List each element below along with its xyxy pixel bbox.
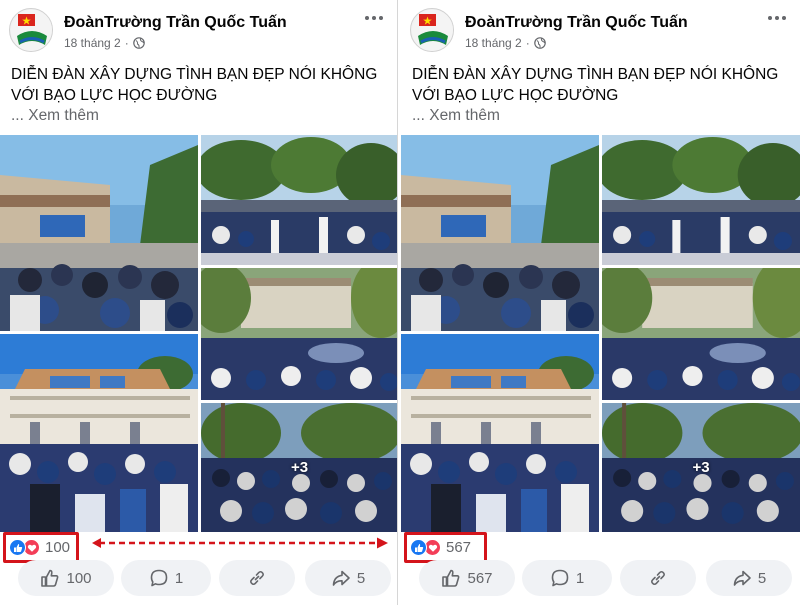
see-more-link[interactable]: ... Xem thêm (412, 107, 500, 125)
share-count: 5 (356, 569, 366, 587)
reaction-count: 567 (446, 539, 472, 556)
like-button[interactable]: 567 (419, 560, 515, 596)
comment-button[interactable]: 1 (522, 560, 612, 596)
copy-link-button[interactable] (219, 560, 295, 596)
comment-count: 1 (174, 569, 184, 587)
facebook-post-after: ĐoànTrường Trần Quốc Tuấn 18 tháng 2 · D… (401, 0, 800, 605)
meta-separator: · (124, 36, 129, 50)
more-dots-icon[interactable] (764, 8, 790, 28)
photo-3[interactable] (201, 268, 397, 400)
share-button[interactable]: 5 (706, 560, 792, 596)
share-icon (733, 570, 751, 586)
meta-separator: · (525, 36, 530, 50)
link-icon (651, 570, 665, 586)
globe-icon (533, 37, 546, 49)
photo-4[interactable] (0, 334, 198, 532)
like-reaction-icon (9, 539, 26, 556)
comment-icon (551, 569, 569, 587)
share-button[interactable]: 5 (305, 560, 391, 596)
like-reaction-icon (410, 539, 427, 556)
photo-3[interactable] (602, 268, 800, 400)
copy-link-button[interactable] (620, 560, 696, 596)
more-photos-count[interactable]: +3 (602, 403, 800, 532)
post-header: ĐoànTrường Trần Quốc Tuấn 18 tháng 2 · (0, 0, 397, 60)
thumbs-up-icon (41, 569, 59, 587)
photo-grid: +3 (0, 135, 397, 532)
thumbs-up-icon (442, 569, 460, 587)
comment-button[interactable]: 1 (121, 560, 211, 596)
photo-5[interactable]: +3 (201, 403, 397, 532)
photo-1[interactable] (401, 135, 599, 331)
photo-4[interactable] (401, 334, 599, 532)
post-text: DIỄN ĐÀN XÂY DỰNG TÌNH BẠN ĐẸP NÓI KHÔNG… (412, 66, 779, 104)
youth-union-logo-icon[interactable] (410, 8, 454, 52)
like-count: 567 (467, 569, 493, 587)
post-date[interactable]: 18 tháng 2 (64, 36, 121, 50)
post-date[interactable]: 18 tháng 2 (465, 36, 522, 50)
post-meta: 18 tháng 2 · (64, 36, 145, 50)
share-count: 5 (757, 569, 767, 587)
reaction-summary[interactable]: 100 (3, 532, 79, 563)
more-photos-count[interactable]: +3 (201, 403, 397, 532)
post-meta: 18 tháng 2 · (465, 36, 546, 50)
share-icon (332, 570, 350, 586)
post-action-bar: 100 1 5 (0, 560, 397, 600)
post-action-bar: 567 1 5 (401, 560, 800, 600)
reaction-summary[interactable]: 567 (404, 532, 487, 563)
see-more-link[interactable]: ... Xem thêm (11, 107, 99, 125)
photo-2[interactable] (201, 135, 397, 265)
page-name[interactable]: ĐoànTrường Trần Quốc Tuấn (465, 14, 688, 32)
facebook-post-before: ĐoànTrường Trần Quốc Tuấn 18 tháng 2 · D… (0, 0, 398, 605)
post-text: DIỄN ĐÀN XÂY DỰNG TÌNH BẠN ĐẸP NÓI KHÔNG… (11, 66, 378, 104)
like-button[interactable]: 100 (18, 560, 114, 596)
page-name[interactable]: ĐoànTrường Trần Quốc Tuấn (64, 14, 287, 32)
globe-icon (132, 37, 145, 49)
more-dots-icon[interactable] (361, 8, 387, 28)
comment-count: 1 (575, 569, 585, 587)
like-count: 100 (66, 569, 92, 587)
youth-union-logo-icon[interactable] (9, 8, 53, 52)
photo-1[interactable] (0, 135, 198, 331)
photo-2[interactable] (602, 135, 800, 265)
photo-5[interactable]: +3 (602, 403, 800, 532)
comment-icon (150, 569, 168, 587)
link-icon (250, 570, 264, 586)
reaction-count: 100 (45, 539, 71, 556)
post-header: ĐoànTrường Trần Quốc Tuấn 18 tháng 2 · (401, 0, 800, 60)
dashed-comparison-arrow (92, 537, 388, 549)
photo-grid: +3 (401, 135, 800, 532)
